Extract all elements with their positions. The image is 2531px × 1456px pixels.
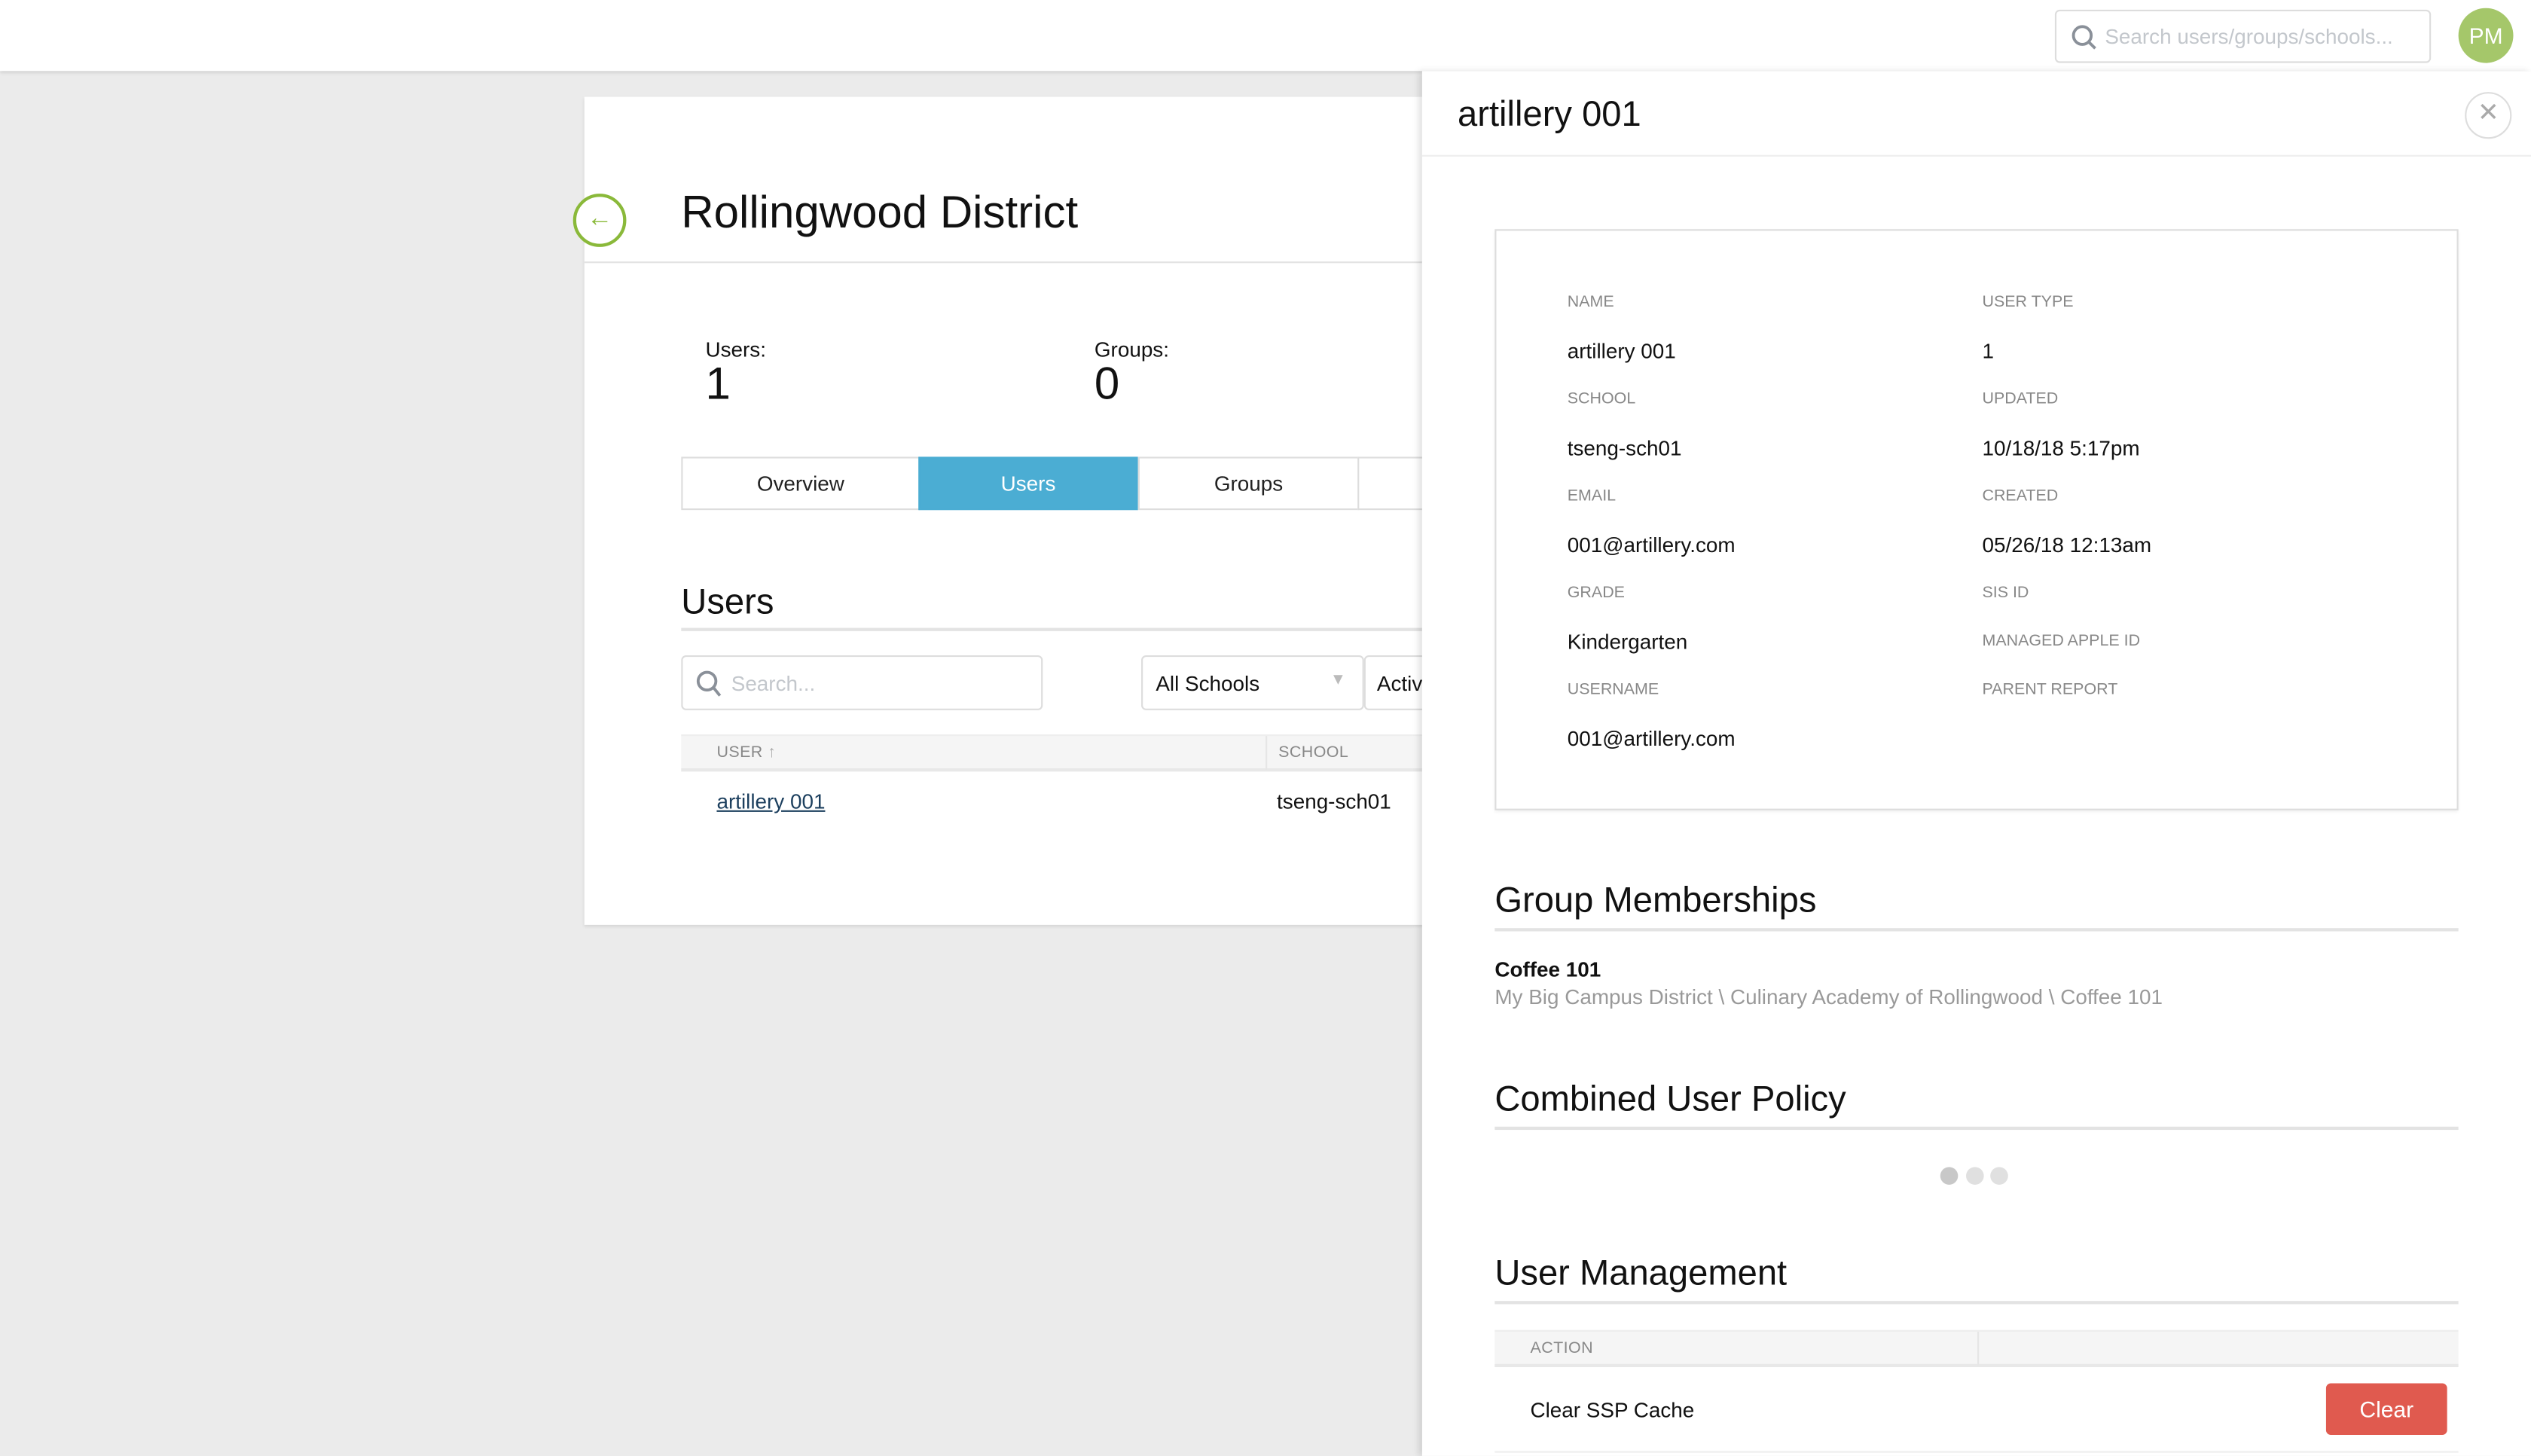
group-memberships-title: Group Memberships [1494, 879, 1817, 920]
panel-title: artillery 001 [1458, 93, 1641, 134]
chevron-down-icon: ▼ [1330, 671, 1346, 690]
groups-count: 0 [1094, 358, 1120, 409]
detail-label: EMAIL [1567, 487, 1617, 505]
user-search-input[interactable]: Search... [681, 655, 1043, 710]
detail-label: SIS ID [1982, 584, 2029, 603]
divider [584, 261, 1422, 264]
users-count: 1 [705, 358, 731, 409]
user-school: tseng-sch01 [1277, 789, 1391, 814]
school-filter-value: All Schools [1156, 671, 1260, 696]
divider [1494, 928, 2459, 932]
column-school[interactable]: SCHOOL [1278, 744, 1348, 762]
detail-label: MANAGED APPLE ID [1982, 633, 2141, 651]
loading-dot-icon [1940, 1167, 1959, 1185]
search-placeholder: Search users/groups/schools... [2105, 24, 2393, 49]
policy-title: Combined User Policy [1494, 1078, 1846, 1119]
tab-groups[interactable]: Groups [1137, 456, 1360, 511]
detail-label: CREATED [1982, 487, 2059, 505]
clear-button[interactable]: Clear [2325, 1383, 2447, 1436]
sort-arrow-up-icon: ↑ [768, 743, 777, 762]
back-arrow-icon[interactable]: ← [572, 194, 627, 247]
divider [1977, 1331, 1980, 1366]
detail-label: SCHOOL [1567, 390, 1636, 409]
detail-value: 001@artillery.com [1567, 726, 1736, 751]
detail-value: tseng-sch01 [1567, 435, 1682, 460]
detail-value: 10/18/18 5:17pm [1982, 435, 2140, 460]
column-label: USER [716, 743, 763, 762]
detail-label: UPDATED [1982, 390, 2059, 409]
group-path: My Big Campus District \ Culinary Academ… [1494, 984, 2163, 1009]
global-search-input[interactable]: Search users/groups/schools... [2054, 9, 2432, 63]
detail-label: USERNAME [1567, 681, 1659, 699]
loading-dot-icon [1990, 1167, 2008, 1185]
divider [1494, 1301, 2459, 1305]
school-filter-select[interactable]: All Schools ▼ [1141, 655, 1364, 710]
detail-label: GRADE [1567, 584, 1625, 603]
detail-value: 05/26/18 12:13am [1982, 533, 2152, 557]
detail-label: PARENT REPORT [1982, 681, 2118, 699]
detail-value: 001@artillery.com [1567, 533, 1736, 557]
divider [1494, 1451, 2459, 1453]
search-placeholder: Search... [731, 671, 816, 696]
search-icon [2072, 25, 2096, 50]
column-user[interactable]: USER ↑ [716, 744, 776, 762]
detail-label: USER TYPE [1982, 294, 2074, 312]
table-header [1494, 1329, 2459, 1368]
divider [1266, 736, 1268, 771]
tab-users[interactable]: Users [918, 456, 1138, 511]
divider [1421, 154, 2531, 157]
loading-dot-icon [1966, 1167, 1984, 1185]
tab-overview[interactable]: Overview [681, 456, 921, 511]
detail-value: 1 [1982, 339, 1994, 364]
section-title-users: Users [681, 581, 774, 622]
user-link[interactable]: artillery 001 [716, 789, 825, 813]
divider [1494, 1126, 2459, 1131]
column-action: ACTION [1530, 1339, 1594, 1358]
avatar[interactable]: PM [2458, 8, 2514, 63]
action-label: Clear SSP Cache [1530, 1397, 1695, 1422]
search-icon [696, 670, 722, 697]
detail-value: artillery 001 [1567, 339, 1676, 364]
page-title: Rollingwood District [681, 187, 1079, 238]
status-filter-value: Activ [1376, 671, 1423, 696]
close-icon[interactable]: ✕ [2465, 92, 2512, 139]
detail-label: NAME [1567, 294, 1614, 312]
group-name[interactable]: Coffee 101 [1494, 957, 1601, 981]
details-box [1494, 229, 2459, 810]
user-management-title: User Management [1494, 1252, 1788, 1293]
divider [681, 627, 1422, 631]
detail-value: Kindergarten [1567, 629, 1688, 654]
